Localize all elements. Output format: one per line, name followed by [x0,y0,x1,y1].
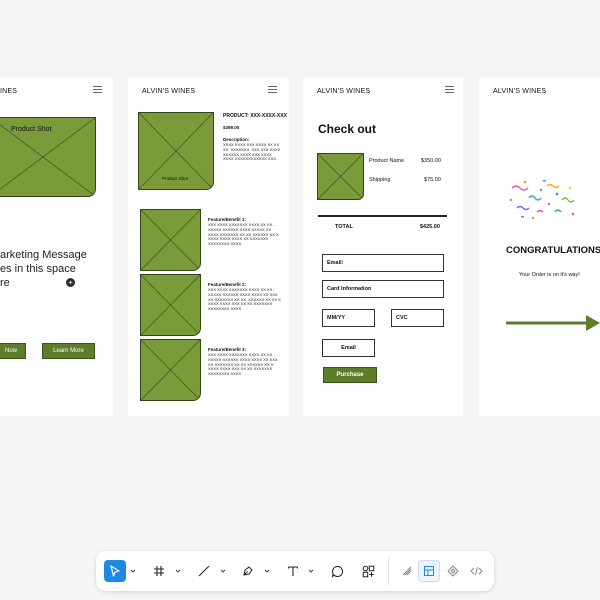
congratulations-heading: CONGRATULATIONS [506,245,600,256]
frame-header: ALVIN'S WINES [493,88,547,95]
frame-confirmation[interactable]: ALVIN'S WINES CONGRATULATIONS Your Order… [479,78,600,416]
card-information-field[interactable]: Card Information [322,280,444,298]
chevron-down-icon[interactable] [130,568,136,574]
frame-header: INES [0,88,18,95]
product-name-label: Product Name [369,158,405,164]
chevron-down-icon[interactable] [220,568,226,574]
product-shot-placeholder: Product Shot [0,117,96,197]
description-text: XXXX XXXX XXX XXXX XX XX XX. XXXXXXX. XX… [223,142,281,162]
frame-header: ALVIN'S WINES [317,88,371,95]
text-icon[interactable] [282,560,304,582]
hamburger-menu-icon[interactable] [445,86,454,94]
chevron-down-icon[interactable] [175,568,181,574]
product-code: PRODUCT: XXX-XXXX-XXX [223,113,287,119]
hamburger-menu-icon[interactable] [268,86,277,94]
shop-now-button[interactable]: Now [0,343,26,359]
comment-icon[interactable] [326,560,348,582]
frame-home[interactable]: INES Product Shot arketing Message es in… [0,78,113,416]
learn-more-button[interactable]: Learn More [42,343,95,359]
expiry-field[interactable]: MM/YY [322,309,375,327]
email-field[interactable]: Email: [322,254,444,272]
line-icon[interactable] [193,560,215,582]
shipping-label: Shipping [369,177,391,183]
prototype-icon[interactable] [442,560,464,582]
product-shot-placeholder: Product Shot [138,112,214,190]
chevron-down-icon[interactable] [308,568,314,574]
shapes-components-icon[interactable] [357,560,379,582]
pencil-draw-icon[interactable] [396,560,418,582]
total-label: TOTAL [335,224,353,230]
frame-grid-icon[interactable] [148,560,170,582]
toolbar-divider [388,557,389,585]
checkout-title: Check out [318,122,377,136]
frame-checkout[interactable]: ALVIN'S WINES Check out Product Name $35… [303,78,463,416]
feature-text: XXX XXXX XXXXXXX XXXX XX XX - XXXXX XXXX… [208,287,281,312]
cvc-field[interactable]: CVC [391,309,444,327]
marketing-line: es in this space [0,263,76,275]
feature-image-1 [140,209,201,271]
placeholder-label: Product Shot [162,176,189,181]
order-message: Your Order is on it's way! [519,272,580,278]
code-icon[interactable] [465,560,487,582]
marketing-line: arketing Message [0,249,87,261]
divider [318,215,447,217]
feature-text: XXX XXXX XXXXXXX XXXX XX XX - XXXXX XXXX… [208,222,279,247]
pen-icon[interactable] [237,560,259,582]
shipping-price: $75.00 [424,177,441,183]
frame-product[interactable]: ALVIN'S WINES Product Shot PRODUCT: XXX-… [128,78,289,416]
product-price: $399.00 [223,125,240,130]
email-button[interactable]: Email [322,339,375,357]
total-value: $425.00 [420,224,440,230]
feature-image-2 [140,274,201,336]
select-pointer-icon[interactable] [104,560,126,582]
feature-text: XXX XXXX XXXXXXX XXXX XX XX - XXXXX XXXX… [208,352,278,377]
chevron-down-icon[interactable] [264,568,270,574]
plus-circle-icon[interactable]: + [66,278,75,287]
design-inspect-icon[interactable] [418,560,440,582]
design-toolbar [96,551,494,591]
frame-header: ALVIN'S WINES [142,88,196,95]
cart-product-image [317,153,364,200]
product-price: $350.00 [421,158,441,164]
hamburger-menu-icon[interactable] [93,86,102,94]
placeholder-label: Product Shot [11,126,52,133]
feature-image-3 [140,339,201,401]
purchase-button[interactable]: Purchase [323,367,377,383]
arrow-right-icon[interactable] [506,314,600,332]
confetti-icon [509,180,575,220]
